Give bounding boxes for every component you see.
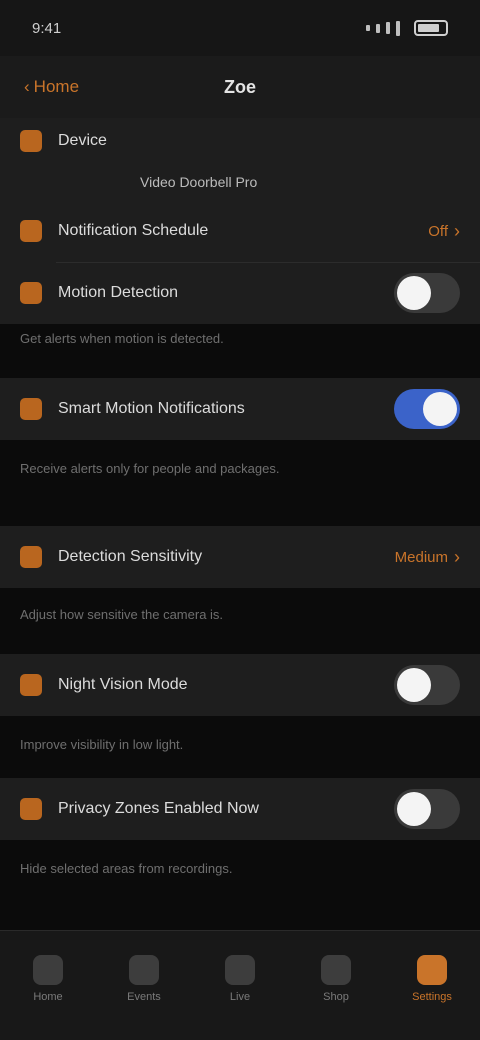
- status-right: [366, 20, 448, 36]
- tab-bar: Home Events Live Shop Settings: [0, 930, 480, 1040]
- row-value: Medium: [394, 548, 448, 566]
- toggle-knob: [423, 392, 457, 426]
- privacy-row: Privacy Zones Enabled Now: [0, 778, 480, 840]
- alert-icon: [20, 398, 42, 420]
- signal-icon: [366, 25, 370, 31]
- signal-bar: [386, 22, 390, 34]
- signal-bar: [396, 20, 400, 36]
- home-icon: [33, 955, 63, 985]
- clock-icon: [20, 220, 42, 242]
- smart-alerts-toggle[interactable]: [394, 389, 460, 429]
- signal-bar: [376, 23, 380, 33]
- privacy-toggle[interactable]: [394, 789, 460, 829]
- row-label: Smart Motion Notifications: [58, 400, 245, 417]
- motion-detection-toggle[interactable]: [394, 273, 460, 313]
- notification-schedule-row[interactable]: Notification Schedule Off ›: [0, 200, 480, 262]
- privacy-footnote: Hide selected areas from recordings.: [20, 861, 233, 876]
- shop-icon: [321, 955, 351, 985]
- privacy-icon: [20, 798, 42, 820]
- device-model: Video Doorbell Pro: [140, 174, 258, 190]
- night-footnote: Improve visibility in low light.: [20, 737, 184, 752]
- device-name-label: Device: [58, 132, 107, 149]
- moon-icon: [20, 674, 42, 696]
- chevron-right-icon: ›: [454, 220, 460, 241]
- row-label: Privacy Zones Enabled Now: [58, 800, 259, 817]
- events-icon: [129, 955, 159, 985]
- row-label: Motion Detection: [58, 284, 179, 301]
- smart-footnote: Receive alerts only for people and packa…: [20, 461, 280, 476]
- back-label: Home: [33, 77, 80, 96]
- chevron-left-icon: ‹: [24, 77, 30, 96]
- status-time: 9:41: [32, 19, 62, 37]
- sensitivity-row[interactable]: Detection Sensitivity Medium ›: [0, 526, 480, 588]
- toggle-knob: [397, 276, 431, 310]
- tab-label: Settings: [412, 991, 452, 1003]
- motion-detection-row: Motion Detection: [0, 262, 480, 324]
- row-label: Night Vision Mode: [58, 676, 188, 693]
- back-button[interactable]: ‹ Home: [14, 70, 89, 104]
- tab-label: Shop: [323, 991, 349, 1003]
- tab-label: Events: [127, 991, 161, 1003]
- chevron-right-icon: ›: [454, 546, 460, 567]
- smart-alerts-row: Smart Motion Notifications: [0, 378, 480, 440]
- privacy-section: Privacy Zones Enabled Now: [0, 778, 480, 840]
- tab-shop[interactable]: Shop: [296, 955, 376, 1003]
- row-value: Off: [428, 222, 448, 240]
- live-icon: [225, 955, 255, 985]
- device-icon: [20, 130, 42, 152]
- tab-home[interactable]: Home: [8, 955, 88, 1003]
- battery-icon: [414, 20, 448, 36]
- nav-header: ‹ Home Zoe: [0, 56, 480, 118]
- device-name-row[interactable]: Device: [0, 118, 480, 164]
- row-label: Detection Sensitivity: [58, 548, 203, 565]
- sensitivity-footnote: Adjust how sensitive the camera is.: [20, 607, 224, 622]
- night-vision-toggle[interactable]: [394, 665, 460, 705]
- device-section: Device Video Doorbell Pro Notification S…: [0, 118, 480, 324]
- night-vision-section: Night Vision Mode: [0, 654, 480, 716]
- tab-events[interactable]: Events: [104, 955, 184, 1003]
- motion-icon: [20, 282, 42, 304]
- row-label: Notification Schedule: [58, 222, 209, 239]
- smart-alerts-section: Smart Motion Notifications: [0, 378, 480, 440]
- status-left: 9:41: [32, 20, 61, 37]
- sensitivity-icon: [20, 546, 42, 568]
- tab-label: Live: [229, 991, 251, 1003]
- toggle-knob: [397, 668, 431, 702]
- sensitivity-section: Detection Sensitivity Medium ›: [0, 526, 480, 588]
- toggle-knob: [397, 792, 431, 826]
- battery-level: [418, 24, 439, 32]
- night-vision-row: Night Vision Mode: [0, 654, 480, 716]
- settings-icon: [417, 955, 447, 985]
- motion-footnote: Get alerts when motion is detected.: [20, 331, 224, 346]
- tab-settings[interactable]: Settings: [392, 955, 472, 1003]
- status-bar: 9:41: [0, 0, 480, 56]
- tab-label: Home: [33, 991, 63, 1003]
- tab-live[interactable]: Live: [200, 955, 280, 1003]
